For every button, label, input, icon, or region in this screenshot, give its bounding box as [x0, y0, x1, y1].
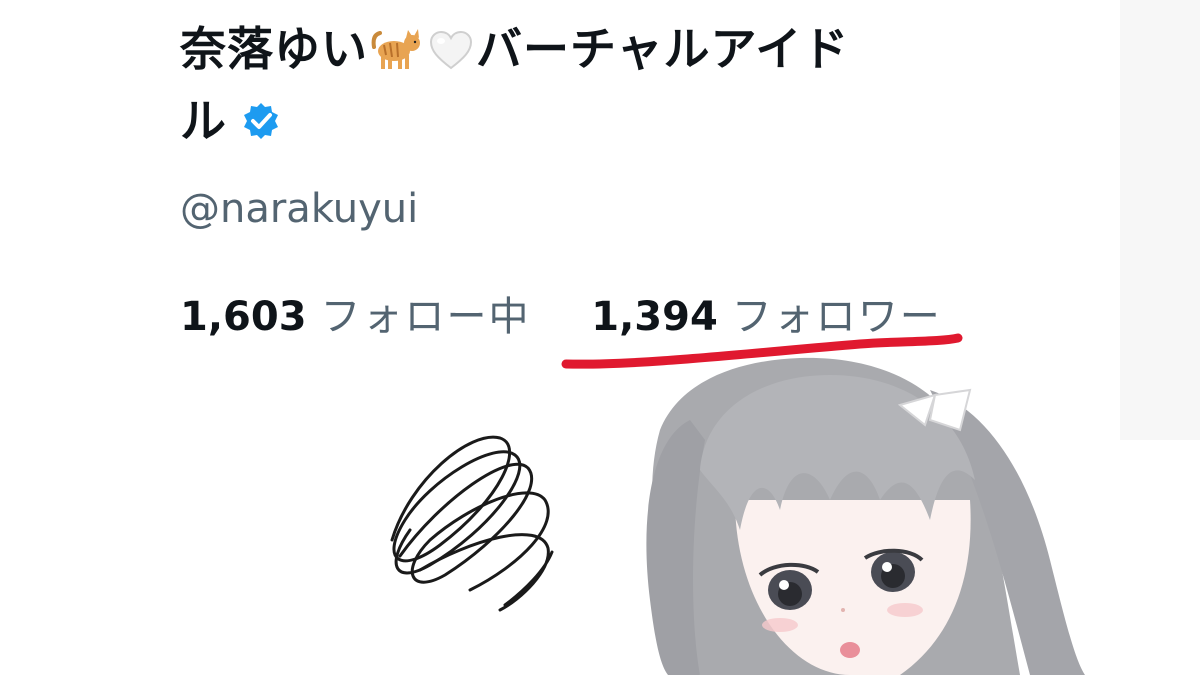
red-underline-mark [561, 333, 963, 369]
overlay-drawing [390, 333, 1085, 675]
character-illustration [646, 357, 1085, 675]
scribble-mark [390, 435, 554, 612]
